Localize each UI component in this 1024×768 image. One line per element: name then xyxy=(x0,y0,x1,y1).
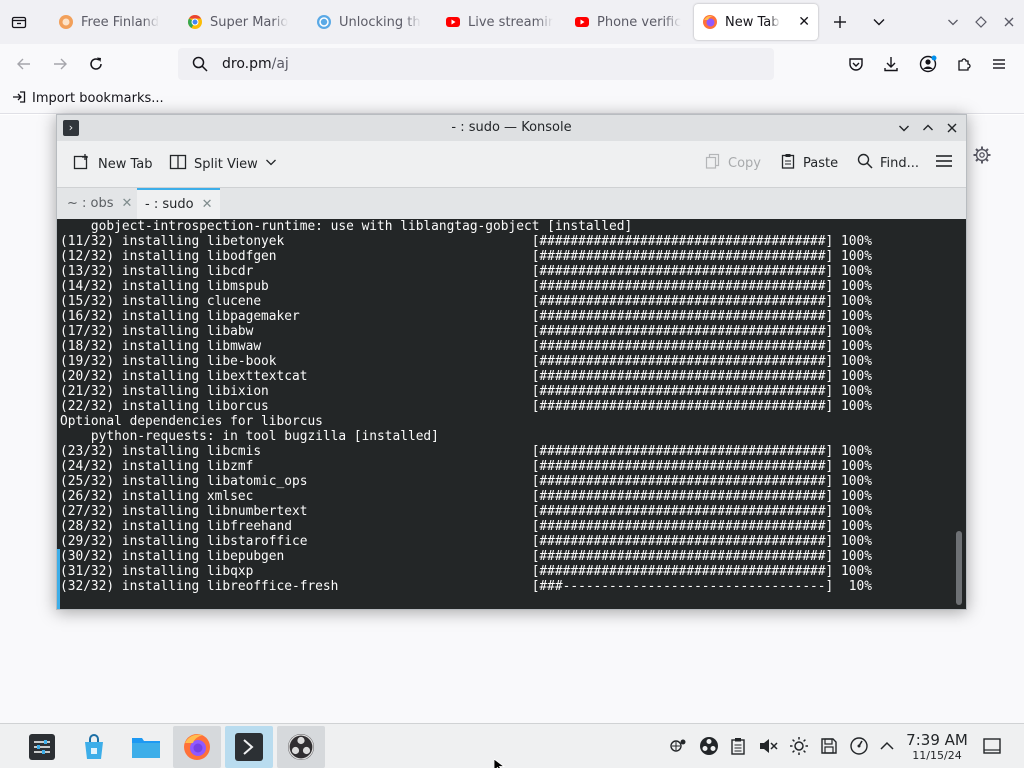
search-icon xyxy=(857,153,873,173)
tab-overview-icon[interactable] xyxy=(3,6,35,38)
obs-studio-icon[interactable] xyxy=(277,726,325,768)
minimize-chevron-down-icon[interactable] xyxy=(938,6,968,38)
blue-circle-icon xyxy=(316,14,332,30)
mouse-pointer-icon xyxy=(493,756,506,768)
list-all-tabs-chevron-down-icon[interactable] xyxy=(863,6,895,38)
konsole-toolbar: New Tab Split View Copy Paste Find... xyxy=(57,141,966,187)
browser-tab-label: Super Mario xyxy=(210,14,289,30)
network-status-icon[interactable] xyxy=(668,736,688,756)
konsole-tab-label: ~ : obs xyxy=(67,196,114,211)
bookmarks-toolbar: Import bookmarks... xyxy=(0,84,1024,114)
browser-tab[interactable]: Phone verific xyxy=(566,4,691,40)
browser-tab-label: Live streamir xyxy=(468,14,554,30)
brightness-icon[interactable] xyxy=(789,736,809,756)
firefox-icon xyxy=(702,14,718,30)
konsole-window: › - : sudo — Konsole New Tab Split View … xyxy=(56,114,967,610)
import-bookmarks-button[interactable]: Import bookmarks... xyxy=(12,90,164,108)
new-tab-label: New Tab xyxy=(98,156,153,172)
forward-arrow-icon[interactable] xyxy=(44,48,76,80)
url-bar[interactable]: dro.pm/aj xyxy=(178,48,774,80)
obs-tray-icon[interactable] xyxy=(699,736,719,756)
copy-icon xyxy=(705,153,721,173)
terminal-view[interactable]: gobject-introspection-runtime: use with … xyxy=(57,219,966,609)
back-arrow-icon[interactable] xyxy=(8,48,40,80)
search-icon xyxy=(192,56,208,76)
hamburger-menu-icon[interactable] xyxy=(983,48,1015,80)
close-tab-icon[interactable]: ✕ xyxy=(122,196,133,211)
close-window-icon[interactable] xyxy=(943,119,961,137)
browser-tab[interactable]: Unlocking th xyxy=(308,4,433,40)
pocket-icon[interactable] xyxy=(840,48,872,80)
hamburger-menu-icon[interactable] xyxy=(935,153,953,169)
find-button[interactable]: Find... xyxy=(857,153,919,173)
terminal-scrollbar[interactable] xyxy=(956,531,962,605)
browser-tab-label: Free Finland xyxy=(81,14,160,30)
paste-button[interactable]: Paste xyxy=(780,153,838,173)
browser-tab-strip: Free Finland Super Mario Unlocking th Li… xyxy=(0,0,1024,44)
clock-date: 11/15/24 xyxy=(912,749,962,762)
konsole-tab[interactable]: ~ : obs ✕ xyxy=(59,188,140,219)
discover-store-icon[interactable] xyxy=(70,726,118,768)
downloads-icon[interactable] xyxy=(875,48,907,80)
gear-icon[interactable] xyxy=(972,145,992,165)
chevron-down-icon[interactable] xyxy=(265,156,277,172)
globe-orange-icon xyxy=(58,14,74,30)
url-host: dro.pm xyxy=(222,56,272,72)
new-tab-icon[interactable] xyxy=(824,6,856,38)
paste-label: Paste xyxy=(803,155,839,171)
import-bookmarks-label: Import bookmarks... xyxy=(32,91,164,106)
url-path: /aj xyxy=(271,56,289,72)
close-tab-icon[interactable]: ✕ xyxy=(202,197,213,212)
new-tab-button[interactable]: New Tab xyxy=(73,153,153,175)
show-hidden-chevron-up-icon[interactable] xyxy=(877,736,897,756)
browser-tab[interactable]: Live streamir xyxy=(437,4,562,40)
url-text: dro.pm/aj xyxy=(222,56,289,72)
konsole-tab-bar: ~ : obs ✕ - : sudo ✕ xyxy=(57,187,966,219)
terminal-line-marker xyxy=(57,549,60,609)
application-launcher-icon[interactable] xyxy=(18,726,66,768)
browser-tab-label: Phone verific xyxy=(597,14,682,30)
konsole-title: - : sudo — Konsole xyxy=(451,120,572,135)
new-tab-icon xyxy=(73,153,91,175)
close-window-icon[interactable] xyxy=(994,6,1024,38)
konsole-tab-active[interactable]: - : sudo ✕ xyxy=(137,188,221,219)
copy-label: Copy xyxy=(728,155,761,171)
browser-tab-active[interactable]: New Tab ✕ xyxy=(694,4,818,40)
digital-clock[interactable]: 7:39 AM 11/15/24 xyxy=(900,731,974,763)
konsole-titlebar[interactable]: › - : sudo — Konsole xyxy=(57,115,966,141)
import-icon xyxy=(12,90,26,108)
konsole-tab-label: - : sudo xyxy=(145,197,194,212)
taskbar: 7:39 AM 11/15/24 xyxy=(0,723,1024,768)
find-label: Find... xyxy=(880,155,920,171)
browser-tab[interactable]: Super Mario xyxy=(179,4,304,40)
show-desktop-icon[interactable] xyxy=(982,736,1002,756)
split-view-button[interactable]: Split View xyxy=(169,153,277,175)
chrome-like-icon xyxy=(187,14,203,30)
browser-tab[interactable]: Free Finland xyxy=(50,4,175,40)
paste-icon xyxy=(780,153,796,173)
extensions-puzzle-icon[interactable] xyxy=(948,48,980,80)
browser-tab-label: Unlocking th xyxy=(339,14,421,30)
maximize-diamond-icon[interactable] xyxy=(966,6,996,38)
save-disk-icon[interactable] xyxy=(819,736,839,756)
konsole-icon[interactable] xyxy=(225,726,273,768)
volume-muted-icon[interactable] xyxy=(758,736,778,756)
terminal-output: gobject-introspection-runtime: use with … xyxy=(60,219,872,594)
youtube-icon xyxy=(574,14,590,30)
copy-button[interactable]: Copy xyxy=(705,153,761,173)
maximize-chevron-up-icon[interactable] xyxy=(919,119,937,137)
reload-icon[interactable] xyxy=(80,48,112,80)
firefox-icon[interactable] xyxy=(173,726,221,768)
close-tab-icon[interactable]: ✕ xyxy=(798,14,810,30)
account-avatar-icon[interactable] xyxy=(912,48,944,80)
clipboard-icon[interactable] xyxy=(728,736,748,756)
file-manager-icon[interactable] xyxy=(122,726,170,768)
split-view-label: Split View xyxy=(194,156,258,172)
power-profile-gauge-icon[interactable] xyxy=(849,736,869,756)
clock-time: 7:39 AM xyxy=(906,731,968,749)
minimize-chevron-down-icon[interactable] xyxy=(895,119,913,137)
split-view-icon xyxy=(169,153,187,175)
youtube-icon xyxy=(445,14,461,30)
browser-tab-label: New Tab xyxy=(725,14,780,30)
